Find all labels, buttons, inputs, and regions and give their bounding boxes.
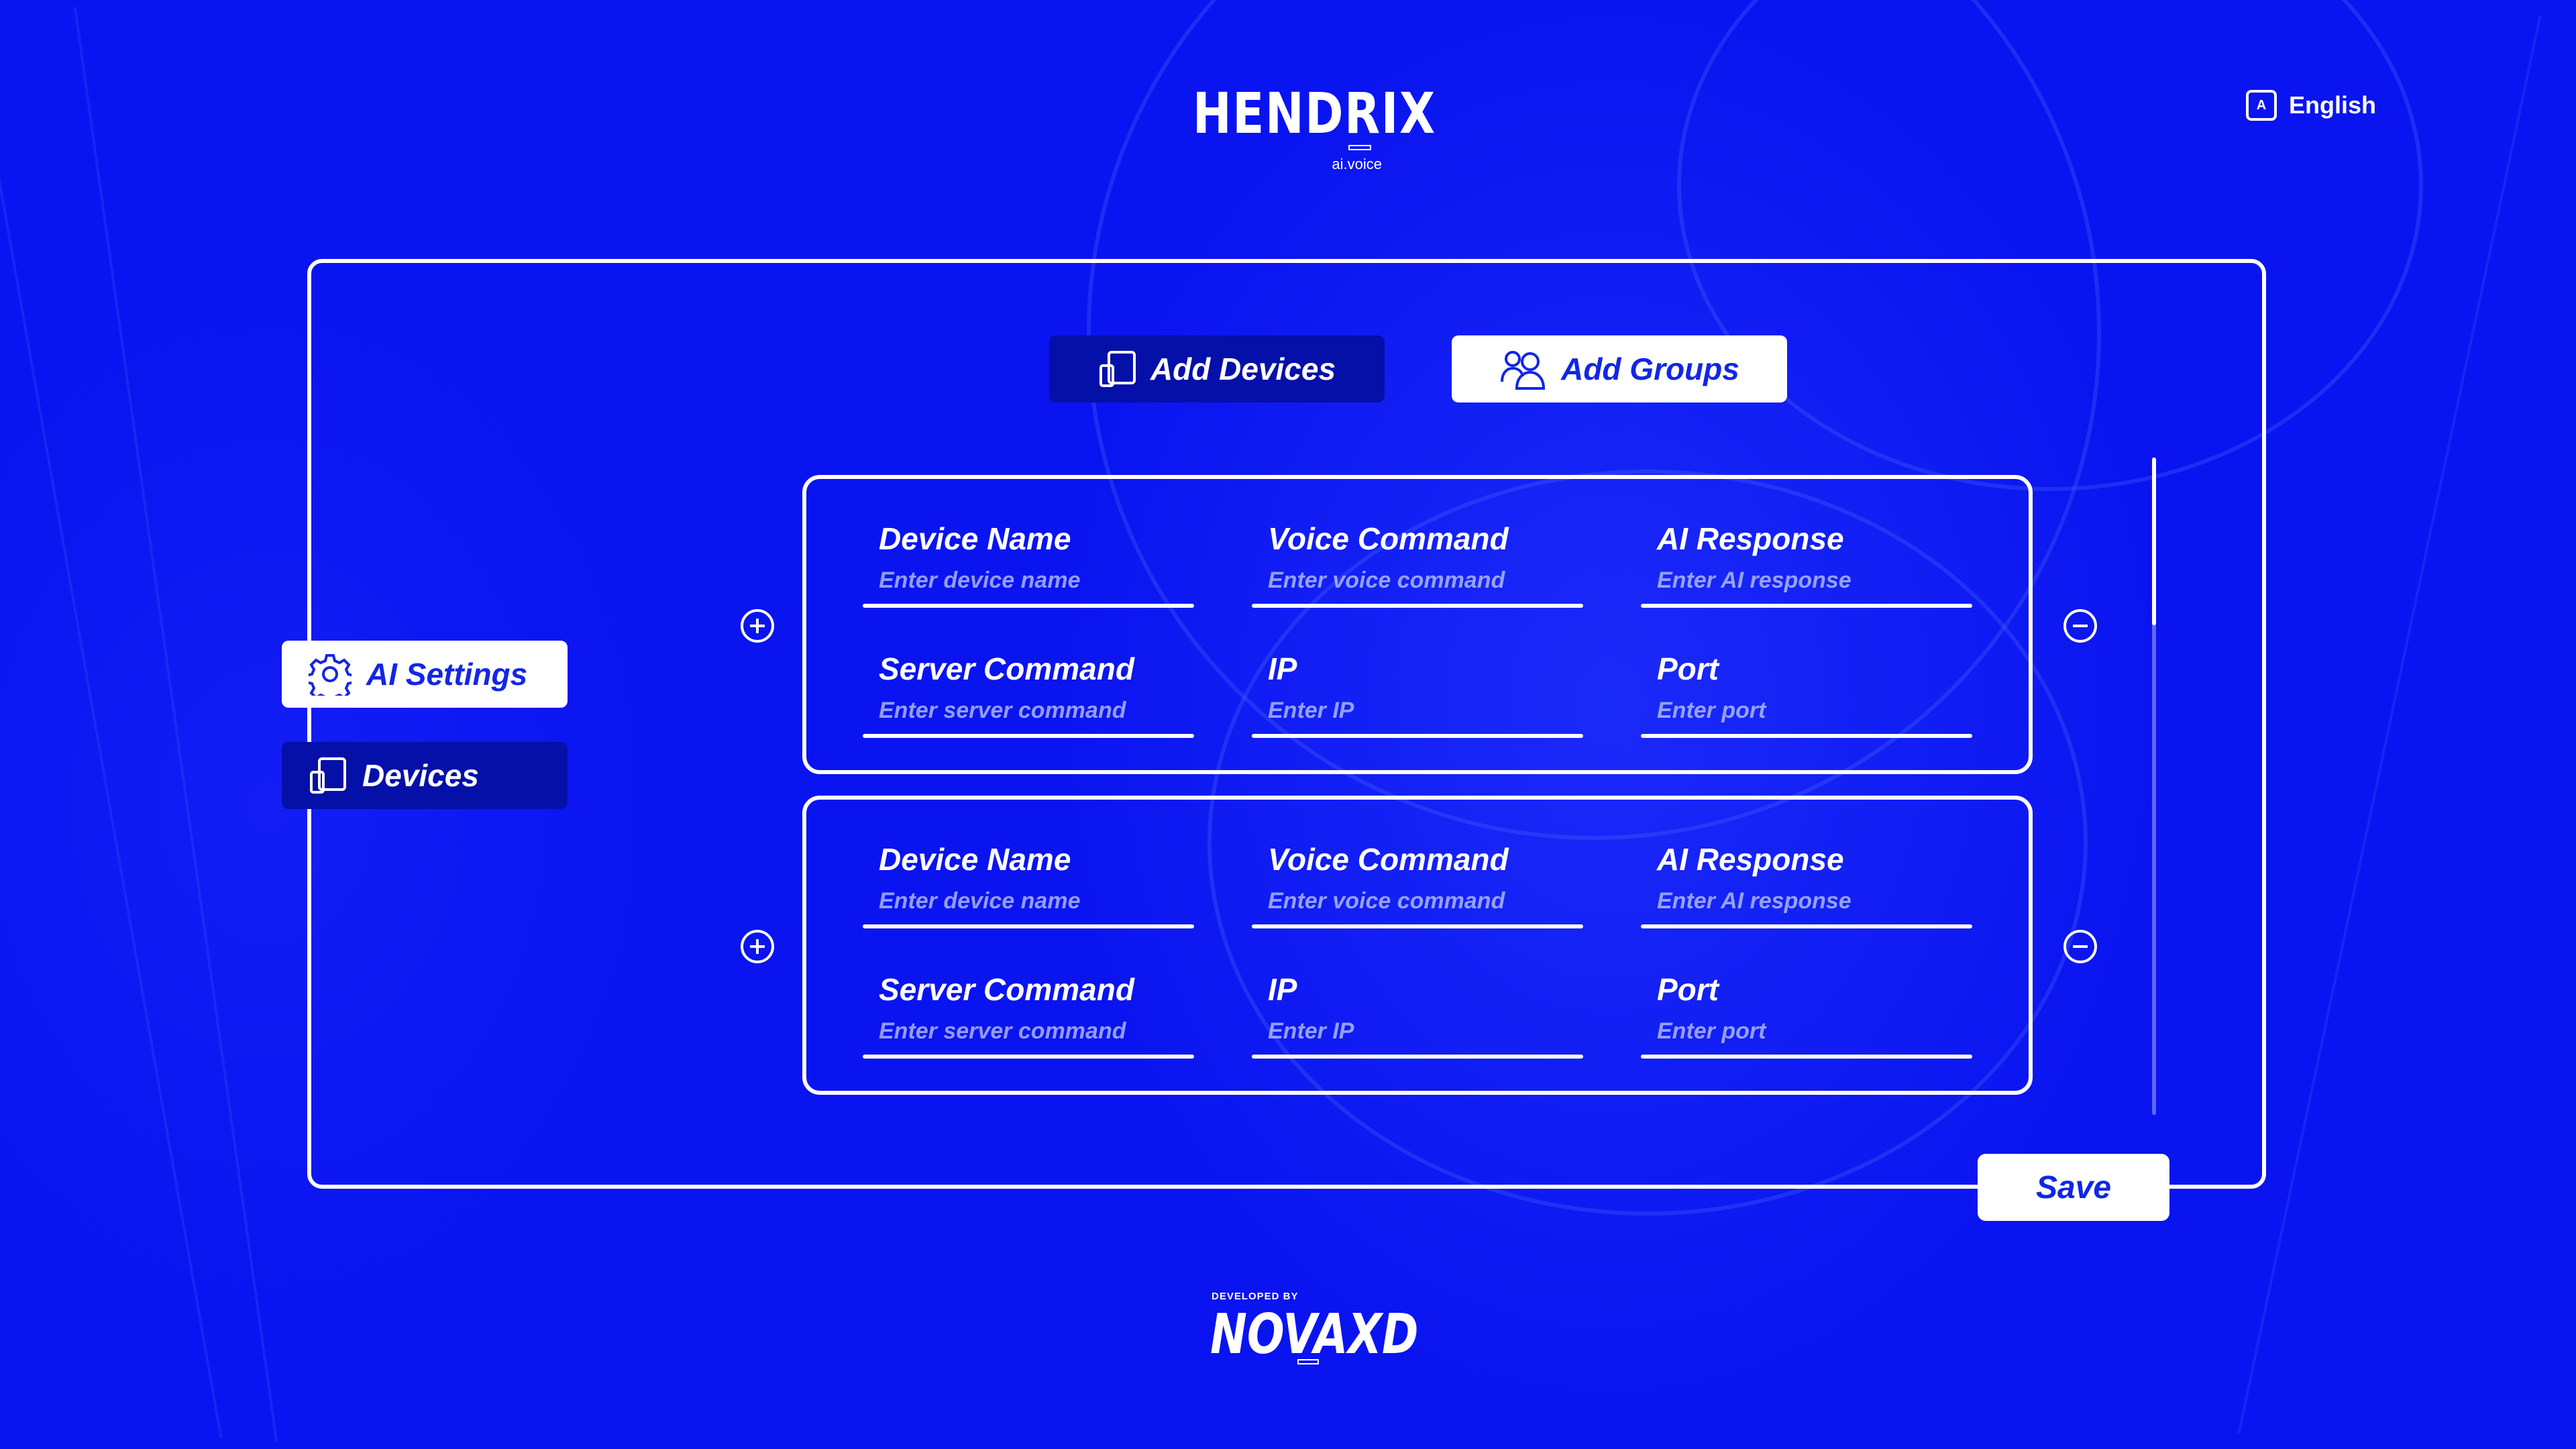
add-groups-tab[interactable]: Add Groups	[1452, 335, 1787, 402]
voice-command-input[interactable]: Enter voice command	[1268, 888, 1505, 914]
server-command-input[interactable]: Enter server command	[879, 698, 1126, 724]
devices-icon	[310, 757, 346, 794]
field-underline	[1252, 604, 1583, 608]
logo-underscore	[1297, 1359, 1319, 1364]
language-icon: A	[2246, 90, 2277, 121]
port-input[interactable]: Enter port	[1657, 698, 1766, 724]
remove-row-button[interactable]	[2063, 930, 2097, 963]
gear-icon	[309, 654, 352, 696]
field-label: AI Response	[1657, 521, 1844, 556]
device-card: Device Name Enter device name Voice Comm…	[802, 796, 2033, 1095]
field-label: Voice Command	[1268, 842, 1509, 877]
field-underline	[1252, 924, 1583, 928]
field-underline	[1641, 734, 1972, 738]
save-button[interactable]: Save	[1978, 1154, 2169, 1221]
port-input[interactable]: Enter port	[1657, 1018, 1766, 1044]
logo-subtitle: ai.voice	[1332, 156, 1382, 172]
field-underline	[863, 734, 1194, 738]
field-underline	[1252, 1055, 1583, 1059]
add-groups-label: Add Groups	[1561, 352, 1739, 386]
server-command-input[interactable]: Enter server command	[879, 1018, 1126, 1044]
field-underline	[1252, 734, 1583, 738]
language-selector[interactable]: A English	[2246, 90, 2376, 121]
users-icon	[1501, 351, 1546, 390]
add-devices-label: Add Devices	[1150, 352, 1336, 386]
hendrix-logo: HENDRIX ai.voice	[1181, 80, 1435, 181]
field-label: IP	[1268, 651, 1297, 686]
field-label: AI Response	[1657, 842, 1844, 877]
scrollbar-thumb[interactable]	[2152, 458, 2156, 625]
ai-response-input[interactable]: Enter AI response	[1657, 888, 1851, 914]
ai-response-input[interactable]: Enter AI response	[1657, 568, 1851, 594]
sidebar-item-label: AI Settings	[366, 657, 528, 692]
sidebar-item-label: Devices	[362, 758, 479, 793]
ip-input[interactable]: Enter IP	[1268, 698, 1354, 724]
logo-underscore	[1348, 145, 1371, 150]
field-label: Voice Command	[1268, 521, 1509, 556]
field-underline	[863, 1055, 1194, 1059]
sidebar-item-ai-settings[interactable]: AI Settings	[282, 641, 568, 708]
field-underline	[1641, 604, 1972, 608]
device-name-input[interactable]: Enter device name	[879, 568, 1080, 594]
add-devices-tab[interactable]: Add Devices	[1049, 335, 1385, 402]
field-underline	[863, 924, 1194, 928]
devices-icon	[1099, 351, 1136, 387]
developer-logo: DEVELOPED BY NOVAXD	[1208, 1288, 1418, 1375]
field-label: Device Name	[879, 842, 1071, 877]
field-label: Port	[1657, 972, 1719, 1007]
field-label: Port	[1657, 651, 1719, 686]
device-name-input[interactable]: Enter device name	[879, 888, 1080, 914]
developer-brand: NOVAXD	[1210, 1303, 1419, 1366]
field-label: Server Command	[879, 972, 1134, 1007]
language-label: English	[2289, 91, 2377, 119]
device-card: Device Name Enter device name Voice Comm…	[802, 475, 2033, 774]
voice-command-input[interactable]: Enter voice command	[1268, 568, 1505, 594]
field-label: Device Name	[879, 521, 1071, 556]
remove-row-button[interactable]	[2063, 609, 2097, 643]
field-label: Server Command	[879, 651, 1134, 686]
developed-by-label: DEVELOPED BY	[1212, 1291, 1299, 1302]
sidebar-item-devices[interactable]: Devices	[282, 742, 568, 809]
add-row-button[interactable]	[741, 609, 774, 643]
field-underline	[1641, 1055, 1972, 1059]
ip-input[interactable]: Enter IP	[1268, 1018, 1354, 1044]
add-row-button[interactable]	[741, 930, 774, 963]
logo-text: HENDRIX	[1193, 80, 1436, 146]
field-label: IP	[1268, 972, 1297, 1007]
field-underline	[1641, 924, 1972, 928]
field-underline	[863, 604, 1194, 608]
